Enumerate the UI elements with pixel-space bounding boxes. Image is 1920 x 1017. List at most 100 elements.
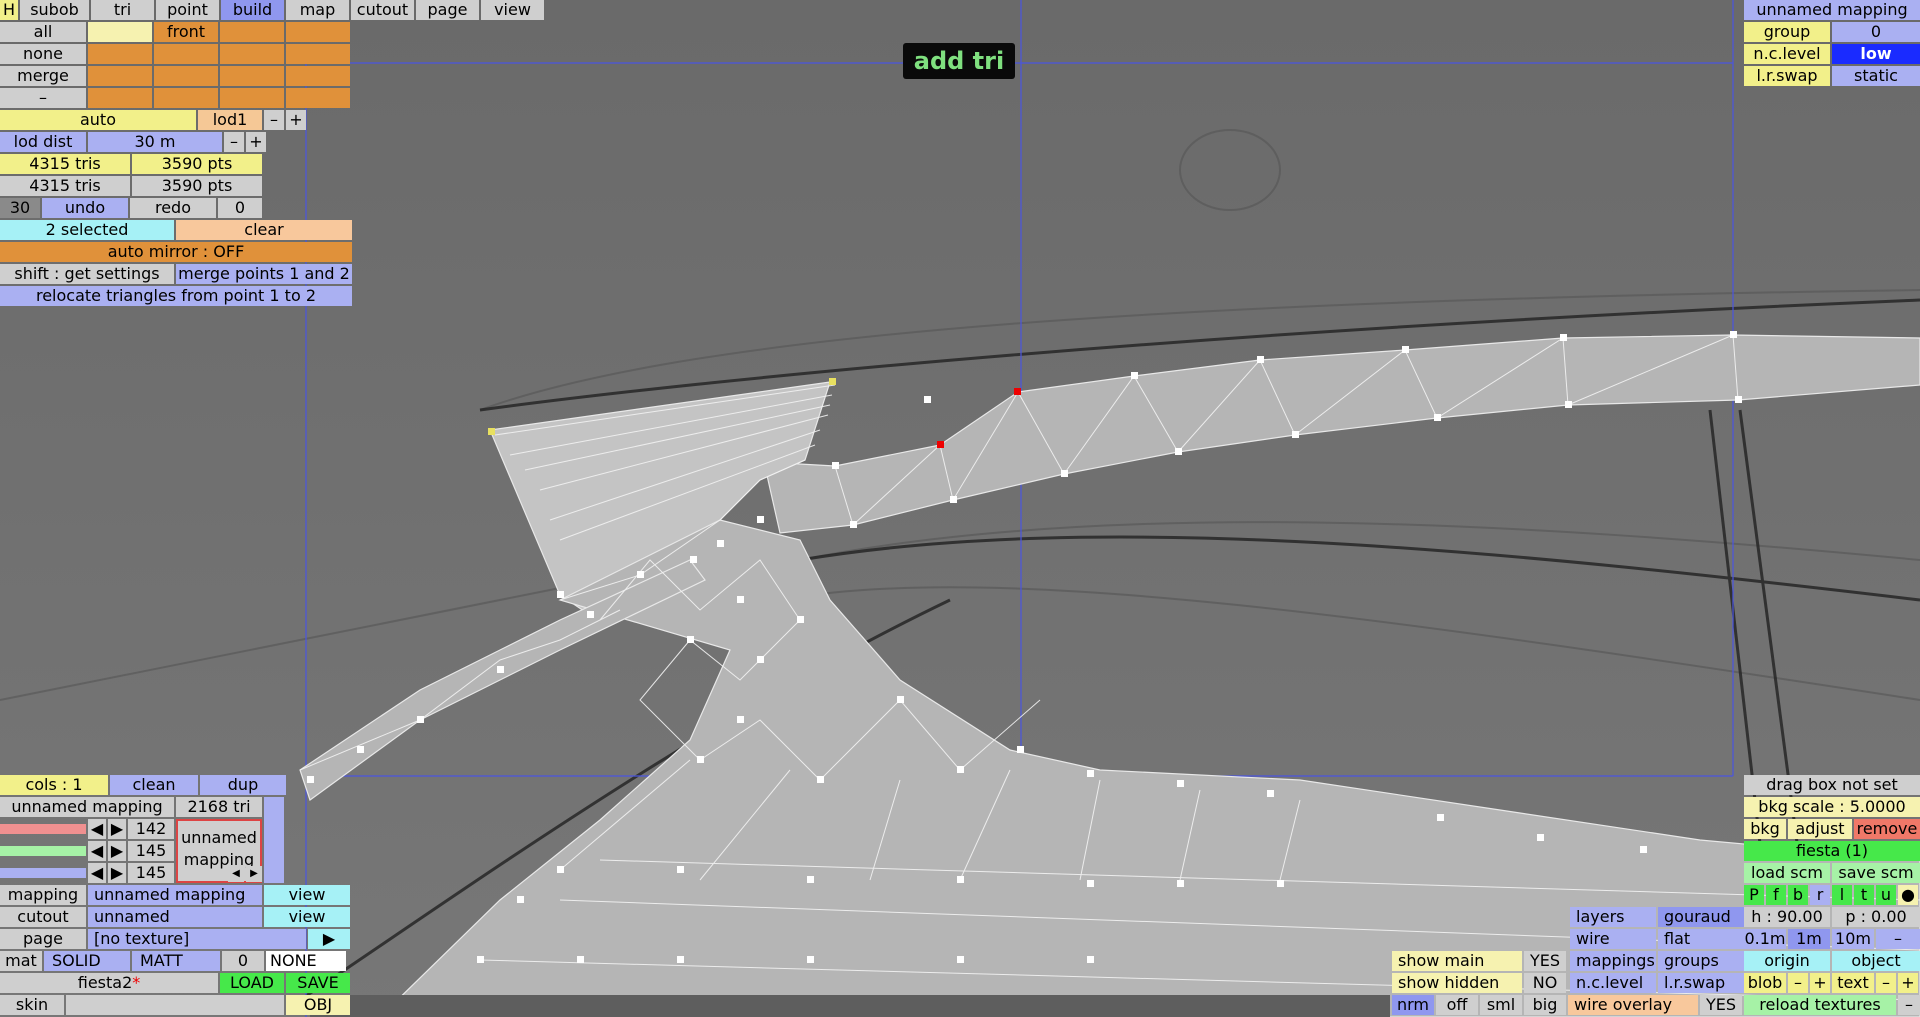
- flat-button[interactable]: flat: [1658, 929, 1744, 949]
- groups-button[interactable]: groups: [1658, 951, 1744, 971]
- undo-button[interactable]: undo: [42, 198, 128, 218]
- grid-cell[interactable]: [88, 88, 152, 108]
- text-minus-button[interactable]: –: [1876, 973, 1896, 993]
- grid-cell[interactable]: [286, 44, 350, 64]
- mapping-name[interactable]: unnamed mapping: [1744, 0, 1920, 20]
- adjust-button[interactable]: adjust: [1788, 819, 1852, 839]
- view-r-button[interactable]: r: [1810, 885, 1830, 905]
- menu-build[interactable]: build: [221, 0, 284, 20]
- lod-dist-plus-button[interactable]: +: [246, 132, 266, 152]
- mat-number[interactable]: 0: [222, 951, 264, 971]
- big-button[interactable]: big: [1524, 995, 1566, 1015]
- cols-button[interactable]: cols : 1: [0, 775, 108, 795]
- menu-tri[interactable]: tri: [91, 0, 154, 20]
- blue-decrease-button[interactable]: ◀: [88, 863, 106, 883]
- grid-cell[interactable]: [88, 66, 152, 86]
- merge-points-button[interactable]: merge points 1 and 2: [176, 264, 352, 284]
- mapping-scrollbar[interactable]: [264, 797, 284, 883]
- nrm-button[interactable]: nrm: [1392, 995, 1434, 1015]
- select-none-button[interactable]: none: [0, 44, 86, 64]
- view-u-button[interactable]: u: [1876, 885, 1896, 905]
- menu-page[interactable]: page: [416, 0, 479, 20]
- matt-button[interactable]: MATT: [132, 951, 220, 971]
- view-b-button[interactable]: b: [1788, 885, 1808, 905]
- lrswap-button[interactable]: l.r.swap: [1658, 973, 1744, 993]
- origin-button[interactable]: origin: [1744, 951, 1830, 971]
- reload-minus-button[interactable]: –: [1898, 995, 1920, 1015]
- solid-button[interactable]: SOLID: [44, 951, 130, 971]
- save-scm-button[interactable]: save scm: [1832, 863, 1920, 883]
- off-button[interactable]: off: [1436, 995, 1478, 1015]
- step-minus-button[interactable]: –: [1876, 929, 1920, 949]
- lod-auto-button[interactable]: auto: [0, 110, 196, 130]
- front-swatch-1[interactable]: [88, 22, 152, 42]
- page-select[interactable]: [no texture]: [88, 929, 306, 949]
- green-decrease-button[interactable]: ◀: [88, 841, 106, 861]
- mappings-button[interactable]: mappings: [1570, 951, 1656, 971]
- select-all-button[interactable]: all: [0, 22, 86, 42]
- skin-button[interactable]: skin: [0, 995, 64, 1015]
- menu-cutout[interactable]: cutout: [351, 0, 414, 20]
- remove-button[interactable]: remove: [1854, 819, 1920, 839]
- lod-minus-button[interactable]: –: [264, 110, 284, 130]
- lod1-button[interactable]: lod1: [198, 110, 262, 130]
- wire-overlay-toggle[interactable]: YES: [1700, 995, 1742, 1015]
- step-01m-button[interactable]: 0.1m: [1744, 929, 1786, 949]
- grid-cell[interactable]: [220, 66, 284, 86]
- bkg-scale[interactable]: bkg scale : 5.0000: [1744, 797, 1920, 817]
- view-f-button[interactable]: f: [1766, 885, 1786, 905]
- grid-cell[interactable]: [154, 88, 218, 108]
- layers-button[interactable]: layers: [1570, 907, 1656, 927]
- blue-value[interactable]: 145: [128, 863, 174, 883]
- obj-button[interactable]: OBJ: [286, 995, 350, 1015]
- menu-h-button[interactable]: H: [0, 0, 18, 20]
- grid-cell[interactable]: [88, 44, 152, 64]
- blob-minus-button[interactable]: –: [1788, 973, 1808, 993]
- heading-value[interactable]: h : 90.00: [1744, 907, 1830, 927]
- nclevel-value[interactable]: low: [1832, 44, 1920, 64]
- view-dot-button[interactable]: ●: [1898, 885, 1918, 905]
- lod-dist-minus-button[interactable]: –: [224, 132, 244, 152]
- green-value[interactable]: 145: [128, 841, 174, 861]
- menu-map[interactable]: map: [286, 0, 349, 20]
- wire-button[interactable]: wire: [1570, 929, 1656, 949]
- grid-cell[interactable]: [154, 66, 218, 86]
- sml-button[interactable]: sml: [1480, 995, 1522, 1015]
- view-t-button[interactable]: t: [1854, 885, 1874, 905]
- step-1m-button[interactable]: 1m: [1788, 929, 1830, 949]
- bkg-button[interactable]: bkg: [1744, 819, 1786, 839]
- view-p-button[interactable]: P: [1744, 885, 1764, 905]
- reload-textures-button[interactable]: reload textures: [1744, 995, 1896, 1015]
- page-arrow-button[interactable]: ▶: [308, 929, 350, 949]
- cutout-select[interactable]: unnamed: [88, 907, 262, 927]
- red-increase-button[interactable]: ▶: [108, 819, 126, 839]
- front-button[interactable]: front: [154, 22, 218, 42]
- lrswap-value[interactable]: static: [1832, 66, 1920, 86]
- merge-button[interactable]: merge: [0, 66, 86, 86]
- grid-cell[interactable]: [220, 22, 284, 42]
- grid-cell[interactable]: [286, 66, 350, 86]
- red-decrease-button[interactable]: ◀: [88, 819, 106, 839]
- grid-cell[interactable]: [220, 88, 284, 108]
- show-main-toggle[interactable]: YES: [1524, 951, 1566, 971]
- relocate-triangles-button[interactable]: relocate triangles from point 1 to 2: [0, 286, 352, 306]
- object-button[interactable]: object: [1832, 951, 1920, 971]
- gouraud-button[interactable]: gouraud: [1658, 907, 1744, 927]
- preview-prev-button[interactable]: ◀: [228, 866, 244, 882]
- menu-point[interactable]: point: [156, 0, 219, 20]
- mapping-select[interactable]: unnamed mapping: [88, 885, 262, 905]
- text-plus-button[interactable]: +: [1898, 973, 1918, 993]
- lod-plus-button[interactable]: +: [286, 110, 306, 130]
- clean-button[interactable]: clean: [110, 775, 198, 795]
- shift-get-settings[interactable]: shift : get settings: [0, 264, 174, 284]
- mat-none-field[interactable]: NONE: [266, 951, 346, 971]
- menu-subob[interactable]: subob: [20, 0, 89, 20]
- grid-cell[interactable]: [220, 44, 284, 64]
- show-hidden-toggle[interactable]: NO: [1524, 973, 1566, 993]
- auto-mirror-toggle[interactable]: auto mirror : OFF: [0, 242, 352, 262]
- mapping-list-name[interactable]: unnamed mapping: [0, 797, 174, 817]
- load-button[interactable]: LOAD: [220, 973, 284, 993]
- load-scm-button[interactable]: load scm: [1744, 863, 1830, 883]
- lod-dist-value[interactable]: 30 m: [88, 132, 222, 152]
- mapping-view-button[interactable]: view: [264, 885, 350, 905]
